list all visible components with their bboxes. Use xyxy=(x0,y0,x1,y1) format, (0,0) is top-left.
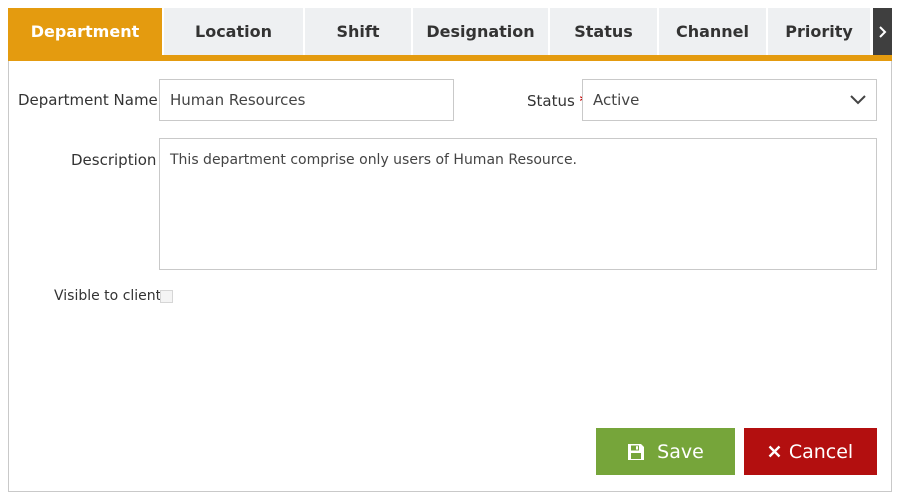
department-name-label: Department Name * xyxy=(18,91,170,109)
visible-to-client-label: Visible to client xyxy=(54,288,162,304)
save-button[interactable]: Save xyxy=(596,428,735,475)
floppy-disk-icon xyxy=(627,443,645,461)
tab-department[interactable]: Department xyxy=(8,8,162,55)
cancel-button[interactable]: Cancel xyxy=(744,428,877,475)
tab-bar: Department Location Shift Designation St… xyxy=(8,8,892,55)
status-select-value: Active xyxy=(593,91,640,109)
close-icon xyxy=(768,445,781,458)
tab-location[interactable]: Location xyxy=(164,8,303,55)
department-name-input[interactable]: Human Resources xyxy=(159,79,454,121)
department-name-value: Human Resources xyxy=(170,91,306,109)
tab-designation[interactable]: Designation xyxy=(413,8,548,55)
tab-shift[interactable]: Shift xyxy=(305,8,411,55)
tab-scroll-right-button[interactable] xyxy=(873,8,892,55)
chevron-down-icon xyxy=(850,95,866,105)
tab-priority[interactable]: Priority xyxy=(768,8,870,55)
tab-channel[interactable]: Channel xyxy=(659,8,766,55)
description-label: Description * xyxy=(71,151,169,169)
save-button-label: Save xyxy=(657,440,704,463)
visible-to-client-checkbox[interactable] xyxy=(160,290,173,303)
description-value: This department comprise only users of H… xyxy=(170,152,578,168)
status-select[interactable]: Active xyxy=(582,79,877,121)
description-textarea[interactable]: This department comprise only users of H… xyxy=(159,138,877,270)
chevron-right-icon xyxy=(878,25,887,39)
cancel-button-label: Cancel xyxy=(788,440,854,463)
tab-status[interactable]: Status xyxy=(550,8,657,55)
status-label: Status * xyxy=(527,92,587,110)
